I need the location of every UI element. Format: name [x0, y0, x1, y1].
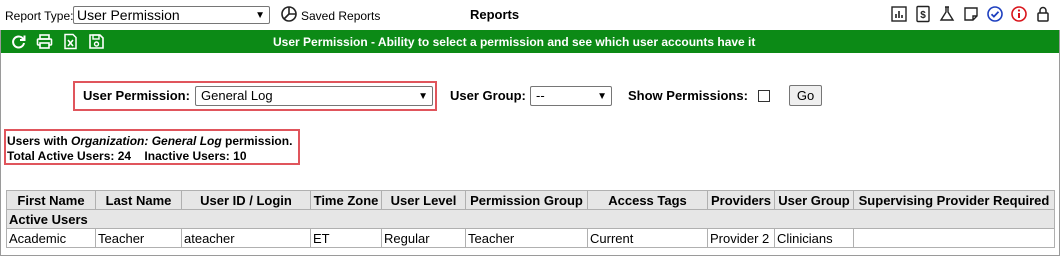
report-banner: User Permission - Ability to select a pe…	[1, 30, 1059, 53]
chevron-down-icon: ▼	[418, 91, 428, 102]
chevron-down-icon: ▼	[255, 10, 265, 21]
cell-first-name: Academic	[6, 228, 96, 248]
column-header[interactable]: Access Tags	[587, 190, 708, 210]
page-title: Reports	[470, 7, 520, 22]
svg-text:$: $	[920, 10, 926, 21]
show-permissions-checkbox[interactable]	[758, 90, 770, 102]
total-active-label: Total Active Users:	[7, 149, 115, 163]
banner-title: User Permission - Ability to select a pe…	[273, 35, 756, 49]
column-header[interactable]: User Level	[381, 190, 466, 210]
cell-user-group: Clinicians	[774, 228, 854, 248]
summary-line: Users with Organization: General Log per…	[7, 134, 292, 148]
user-permission-select[interactable]: General Log ▼	[195, 86, 433, 106]
saved-reports-label: Saved Reports	[301, 8, 381, 23]
bar-chart-icon[interactable]	[890, 5, 908, 23]
toolbar-icons: $	[890, 5, 1052, 23]
cell-supervising-provider	[853, 228, 1055, 248]
inactive-label: Inactive Users:	[144, 149, 230, 163]
column-header[interactable]: Last Name	[95, 190, 182, 210]
lab-flask-icon[interactable]	[938, 5, 956, 23]
column-header[interactable]: User ID / Login	[181, 190, 311, 210]
lock-icon[interactable]	[1034, 5, 1052, 23]
pie-chart-icon	[280, 5, 298, 26]
cell-last-name: Teacher	[95, 228, 182, 248]
column-header[interactable]: Providers	[707, 190, 775, 210]
refresh-icon[interactable]	[10, 33, 27, 50]
excel-export-icon[interactable]	[62, 33, 79, 50]
column-header[interactable]: User Group	[774, 190, 854, 210]
save-icon[interactable]	[88, 33, 105, 50]
column-header[interactable]: First Name	[6, 190, 96, 210]
user-group-value: --	[536, 88, 545, 103]
table-header-row: First Name Last Name User ID / Login Tim…	[6, 190, 1055, 210]
cell-providers: Provider 2	[707, 228, 775, 248]
check-circle-icon[interactable]	[986, 5, 1004, 23]
inactive-count: 10	[233, 149, 247, 163]
column-header[interactable]: Permission Group	[465, 190, 588, 210]
report-actions	[10, 33, 105, 50]
user-counts: Total Active Users: 24 Inactive Users: 1…	[7, 149, 247, 163]
top-toolbar: Report Type: User Permission ▼ Saved Rep…	[0, 0, 1060, 30]
group-label-active-users: Active Users	[6, 209, 1055, 229]
summary-suffix: permission.	[221, 134, 293, 148]
report-type-value: User Permission	[77, 7, 180, 23]
cell-permission-group: Teacher	[465, 228, 588, 248]
summary-prefix: Users with	[7, 134, 72, 148]
table-row[interactable]: Academic Teacher ateacher ET Regular Tea…	[6, 228, 1055, 248]
user-group-select[interactable]: -- ▼	[530, 86, 612, 106]
users-table: First Name Last Name User ID / Login Tim…	[6, 190, 1055, 248]
show-permissions-label: Show Permissions:	[628, 88, 748, 103]
report-type-label: Report Type:	[5, 9, 74, 23]
cell-access-tags: Current	[587, 228, 708, 248]
summary-permission: Organization: General Log	[71, 134, 222, 148]
group-row: Active Users	[6, 209, 1055, 229]
go-button[interactable]: Go	[789, 85, 822, 106]
user-group-label: User Group:	[450, 88, 526, 103]
report-type-select[interactable]: User Permission ▼	[73, 6, 270, 24]
chevron-down-icon: ▼	[597, 91, 607, 102]
note-icon[interactable]	[962, 5, 980, 23]
cell-user-id: ateacher	[181, 228, 311, 248]
total-active-count: 24	[117, 149, 132, 163]
print-icon[interactable]	[36, 33, 53, 50]
info-alert-icon[interactable]	[1010, 5, 1028, 23]
column-header[interactable]: Supervising Provider Required	[853, 190, 1055, 210]
cell-user-level: Regular	[381, 228, 466, 248]
column-header[interactable]: Time Zone	[310, 190, 382, 210]
user-permission-value: General Log	[201, 88, 273, 103]
billing-icon[interactable]: $	[914, 5, 932, 23]
saved-reports-link[interactable]: Saved Reports	[280, 5, 380, 26]
cell-time-zone: ET	[310, 228, 382, 248]
user-permission-label: User Permission:	[83, 88, 190, 103]
